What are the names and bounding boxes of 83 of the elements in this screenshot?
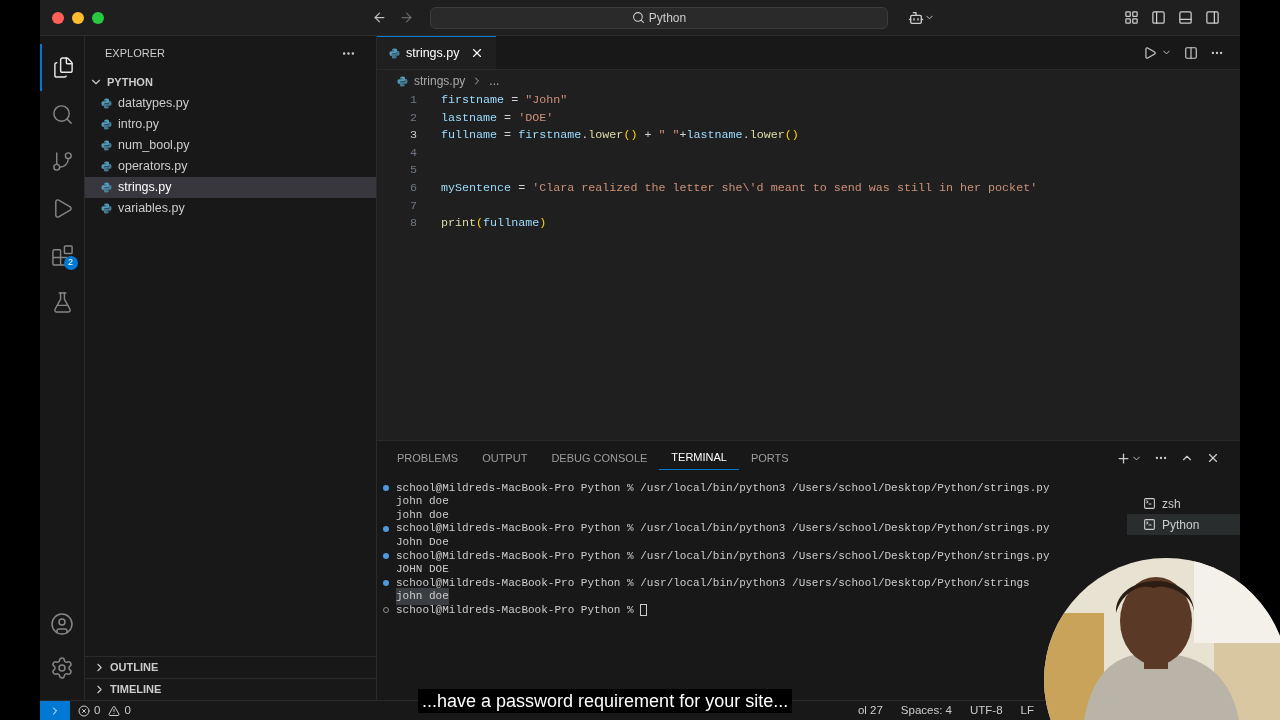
file-item[interactable]: strings.py — [85, 177, 376, 198]
section-header[interactable]: OUTLINE — [85, 656, 376, 678]
terminal-prompt-line: school@Mildreds-MacBook-Pro Python % /usr/local/bin/python3 /Users/school/Desktop/Python/strings — [396, 575, 1030, 591]
file-item[interactable]: num_bool.py — [85, 135, 376, 156]
terminal-output-line: John Doe — [396, 534, 449, 550]
python-file-icon — [101, 119, 112, 130]
terminal-prompt-line: school@Mildreds-MacBook-Pro Python % /usr/local/bin/python3 /Users/school/Desktop/Python/strings.py — [396, 480, 1050, 496]
file-item[interactable]: operators.py — [85, 156, 376, 177]
terminal-output-line: john doe — [396, 494, 449, 510]
account-icon[interactable] — [50, 612, 74, 636]
panel-tab[interactable]: PROBLEMS — [385, 446, 471, 470]
editor-tab[interactable]: strings.py — [377, 36, 496, 69]
breadcrumb-item[interactable]: ... — [489, 72, 500, 90]
line-number: 5 — [409, 162, 417, 180]
file-item[interactable]: variables.py — [85, 198, 376, 219]
python-file-icon — [101, 140, 112, 151]
code-line: lastname = 'DOE' — [441, 109, 554, 127]
line-number: 1 — [409, 92, 417, 109]
terminal-list-item[interactable]: Python — [1127, 514, 1240, 535]
activity-bar-item[interactable]: 2 — [39, 232, 85, 279]
code-line: mySentence = 'Clara realized the letter she\'d meant to send was still in her pocket' — [441, 180, 1038, 197]
python-file-icon — [101, 98, 112, 109]
video-caption: ...have a password requirement for your site... — [418, 689, 793, 713]
layout-icon[interactable] — [1124, 10, 1139, 25]
panel-tab[interactable]: PORTS — [738, 446, 801, 470]
secondary-sidebar-icon[interactable] — [1205, 10, 1220, 25]
problems-indicator[interactable]: 0 0 — [70, 701, 139, 720]
error-icon — [78, 704, 90, 717]
terminal-prompt-line: school@Mildreds-MacBook-Pro Python % /usr/local/bin/python3 /Users/school/Desktop/Python/strings.py — [396, 521, 1050, 537]
line-number: 3 — [409, 127, 417, 145]
notification-badge: 2 — [63, 256, 78, 270]
python-file-icon — [101, 203, 112, 214]
search-icon — [631, 11, 645, 24]
sidebar-title: EXPLORER — [105, 46, 165, 62]
code-line: fullname = firstname.lower() + " "+lastname.lower() — [441, 127, 799, 145]
split-editor-icon[interactable] — [1184, 45, 1198, 60]
panel-toggle-icon[interactable] — [1178, 10, 1193, 25]
command-center-search[interactable]: Python — [430, 6, 888, 29]
panel-tab[interactable]: OUTPUT — [470, 446, 540, 470]
python-file-icon — [101, 182, 112, 193]
line-number: 7 — [409, 197, 417, 215]
extensions-icon — [50, 244, 74, 267]
run-icon[interactable] — [1143, 45, 1157, 60]
robot-icon[interactable] — [908, 9, 924, 26]
new-terminal-icon[interactable] — [1116, 450, 1131, 466]
breadcrumb-item[interactable]: strings.py — [414, 72, 466, 90]
panel-tab[interactable]: TERMINAL — [659, 446, 739, 470]
source-control-icon — [50, 150, 74, 173]
terminal-prompt-line: school@Mildreds-MacBook-Pro Python % /usr/local/bin/python3 /Users/school/Desktop/Python/strings.py — [396, 548, 1050, 564]
back-icon[interactable] — [372, 10, 387, 25]
terminal-prompt-line: school@Mildreds-MacBook-Pro Python % — [396, 602, 635, 618]
close-window-button[interactable] — [52, 11, 64, 24]
panel-tab[interactable]: DEBUG CONSOLE — [539, 446, 660, 470]
code-line: print(fullname) — [441, 215, 547, 233]
status-item[interactable]: LF — [1020, 701, 1034, 720]
sidebar-toggle-icon[interactable] — [1151, 10, 1166, 25]
terminal-icon — [1143, 497, 1156, 510]
settings-icon[interactable] — [50, 656, 74, 680]
line-number: 6 — [409, 180, 417, 197]
zoom-window-button[interactable] — [92, 11, 104, 24]
python-file-icon — [397, 75, 408, 87]
warning-icon — [108, 704, 121, 717]
line-number: 4 — [409, 144, 417, 162]
python-file-icon — [101, 161, 112, 172]
terminal-list-item[interactable]: zsh — [1127, 493, 1240, 514]
file-item[interactable]: datatypes.py — [85, 93, 376, 114]
search-icon — [50, 103, 74, 126]
terminal-icon — [1143, 518, 1156, 531]
forward-icon[interactable] — [399, 10, 414, 25]
explorer-icon — [51, 56, 75, 79]
terminal-output-line: john doe — [396, 507, 449, 523]
close-icon[interactable] — [1206, 451, 1220, 465]
python-file-icon — [389, 47, 400, 59]
line-number: 2 — [409, 109, 417, 127]
status-item[interactable]: UTF-8 — [970, 701, 1003, 720]
status-item[interactable]: Spaces: 4 — [900, 701, 952, 720]
file-item[interactable]: intro.py — [85, 114, 376, 135]
folder-header[interactable]: PYTHON — [85, 71, 376, 93]
minimize-window-button[interactable] — [72, 11, 84, 24]
status-item[interactable]: ol 27 — [857, 701, 883, 720]
terminal-output-line: JOHN DOE — [396, 562, 449, 578]
code-line: firstname = "John" — [441, 92, 568, 109]
line-number: 8 — [409, 215, 417, 233]
